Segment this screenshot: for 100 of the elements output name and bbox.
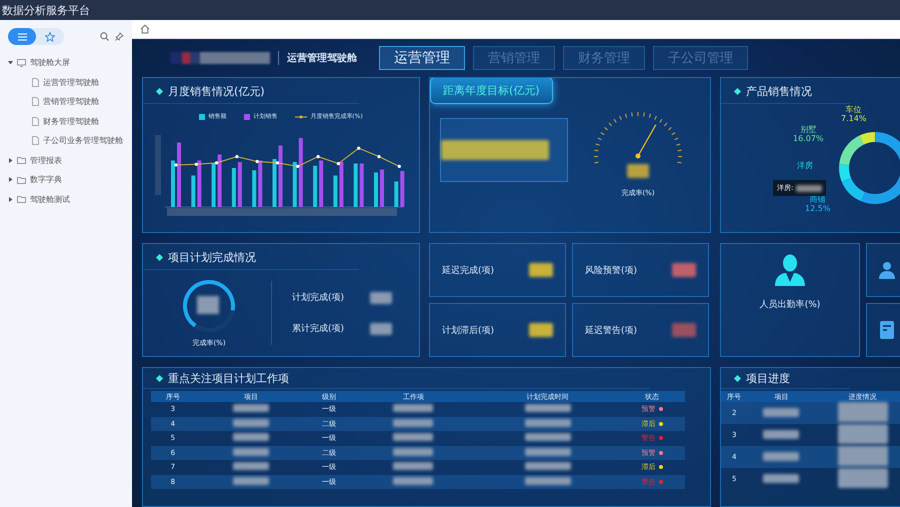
plan-bar	[278, 146, 282, 207]
plan-bar	[400, 171, 404, 207]
blurred-value	[232, 418, 269, 427]
pin-icon[interactable]	[115, 32, 124, 41]
rate-point	[276, 161, 280, 164]
tree-item[interactable]: 驾驶舱大屏	[30, 57, 70, 68]
segment-label: 洋房	[797, 162, 813, 171]
tree-item[interactable]: 运营管理驾驶舱	[43, 76, 99, 88]
blurred-value	[393, 418, 434, 427]
plan-bar	[218, 154, 222, 207]
file-icon	[32, 97, 39, 106]
blurred-value	[763, 474, 800, 482]
progress-ring	[181, 278, 237, 334]
blurred-value	[524, 418, 571, 427]
rate-point	[357, 146, 360, 150]
sales-bar	[292, 162, 297, 207]
blurred-value	[524, 476, 571, 485]
blurred-value	[838, 424, 888, 444]
rate-point	[256, 160, 259, 164]
sales-bar	[212, 164, 216, 207]
blurred-value	[763, 452, 800, 460]
app-title: 数据分析服务平台	[1, 2, 90, 18]
rate-point	[316, 155, 320, 158]
blurred-value	[232, 448, 269, 456]
alert-label: 延迟警告(项)	[585, 324, 638, 336]
dashboard-title: 运营管理驾驶舱	[278, 51, 371, 65]
dashboard-tab[interactable]: 运营管理	[379, 46, 465, 70]
file-icon	[32, 116, 39, 126]
tree-item[interactable]: 财务管理驾驶舱	[43, 116, 99, 127]
sales-bar	[374, 172, 378, 207]
plan-bar	[298, 138, 303, 207]
caret-icon[interactable]	[8, 196, 13, 202]
rate-point	[296, 164, 300, 168]
blurred-value	[393, 462, 434, 470]
sales-bar	[252, 170, 256, 207]
plan-bar	[177, 142, 181, 207]
blurred-value	[370, 292, 392, 304]
home-icon[interactable]	[140, 24, 150, 34]
tree-item[interactable]: 管理报表	[30, 154, 62, 166]
blurred-value	[370, 322, 392, 334]
folder-icon	[17, 156, 26, 164]
blurred-value	[232, 433, 269, 442]
blurred-value	[763, 430, 800, 438]
file-icon	[32, 78, 39, 87]
blurred-value	[838, 446, 888, 466]
plan-bar	[258, 160, 262, 207]
blurred-value	[627, 164, 649, 178]
folder-icon	[17, 176, 26, 184]
segment-label: 别墅	[799, 126, 818, 135]
blurred-value	[838, 468, 888, 488]
rate-point	[174, 163, 178, 167]
blurred-value	[393, 433, 434, 442]
rate-point	[235, 155, 238, 158]
blurred-value	[524, 404, 571, 412]
plan-bar	[380, 170, 384, 207]
alert-label: 计划滞后(项)	[442, 324, 494, 336]
sales-bar	[272, 159, 276, 207]
blurred-value	[393, 404, 434, 412]
panel-title: 项目计划完成情况	[168, 250, 256, 265]
rate-point	[215, 161, 218, 164]
sidebar-tab[interactable]	[8, 28, 36, 45]
caret-icon[interactable]	[8, 158, 13, 163]
blurred-value	[232, 476, 269, 485]
search-icon[interactable]	[100, 32, 109, 41]
tree-item[interactable]: 营销管理驾驶舱	[43, 96, 99, 108]
attendance-label: 人员出勤率(%)	[760, 298, 820, 311]
panel-title: 月度销售情况(亿元)	[168, 84, 265, 99]
caret-icon[interactable]	[8, 177, 13, 182]
sales-bar	[354, 164, 358, 207]
sales-bar	[232, 168, 236, 207]
blurred-value	[796, 184, 822, 192]
rate-point	[398, 164, 401, 168]
star-icon	[45, 32, 55, 42]
list-icon	[18, 32, 26, 40]
alert-label: 风险预警(项)	[585, 264, 638, 276]
blurred-value	[524, 448, 571, 456]
sales-bar	[394, 182, 398, 207]
segment-label: 车位	[844, 106, 863, 115]
caret-icon[interactable]	[8, 60, 13, 66]
calendar-icon	[879, 320, 895, 340]
sales-bar	[313, 166, 318, 207]
rate-point	[194, 162, 198, 166]
tree-item[interactable]: 驾驶舱测试	[30, 194, 70, 205]
stat-label: 计划完成(项)	[292, 292, 344, 304]
plan-bar	[319, 160, 324, 207]
panel-title: 距离年度目标(亿元)	[430, 78, 553, 104]
blurred-value	[232, 404, 269, 412]
plan-bar	[238, 162, 242, 207]
blurred-value	[763, 408, 800, 416]
file-icon	[32, 136, 39, 146]
rate-point	[377, 155, 381, 158]
segment-label: 商铺	[808, 196, 827, 205]
sales-bar	[333, 176, 338, 207]
blurred-axis-labels	[155, 135, 161, 195]
segment-percent: 16.07%	[793, 134, 824, 144]
plan-bar	[360, 164, 364, 207]
blurred-value	[524, 433, 571, 442]
tree-item[interactable]: 数字字典	[30, 174, 62, 186]
blurred-value	[232, 462, 269, 470]
tree-item[interactable]: 子公司业务管理驾驶舱	[43, 135, 123, 146]
